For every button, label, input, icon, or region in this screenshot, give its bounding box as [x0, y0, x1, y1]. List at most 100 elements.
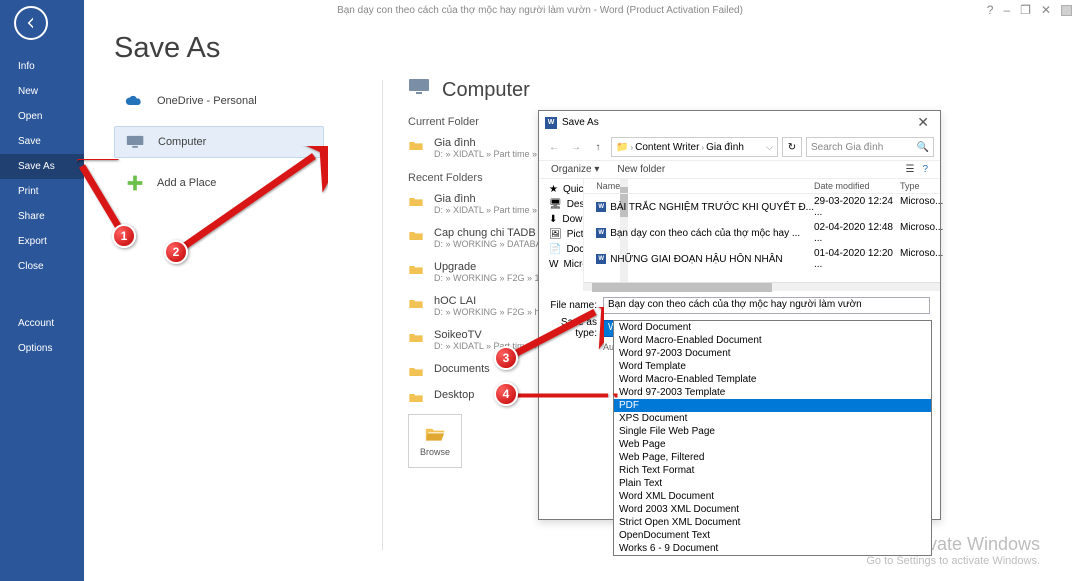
- dropdown-option[interactable]: Web Page: [614, 438, 931, 451]
- save-as-dialog: W Save As ✕ ← → ↑ 📁 › Content Writer › G…: [538, 110, 941, 520]
- tree-icon: ⬇: [549, 214, 557, 225]
- help-icon[interactable]: ?: [922, 164, 928, 175]
- nav-options[interactable]: Options: [0, 336, 84, 361]
- dialog-title: Save As: [562, 117, 599, 128]
- folder-icon: [408, 139, 424, 151]
- nav-share[interactable]: Share: [0, 204, 84, 229]
- folder-icon: [408, 365, 424, 377]
- word-icon: W: [545, 117, 557, 129]
- col-name-header[interactable]: Name: [584, 181, 814, 191]
- place-add[interactable]: Add a Place: [114, 168, 324, 198]
- folder-icon: [408, 331, 424, 343]
- search-input[interactable]: Search Gia đình 🔍: [806, 137, 934, 157]
- nav-info[interactable]: Info: [0, 54, 84, 79]
- folder-icon: [408, 263, 424, 275]
- word-icon: W: [596, 202, 606, 212]
- help-icon[interactable]: ?: [987, 3, 994, 17]
- dropdown-option[interactable]: XPS Document: [614, 412, 931, 425]
- search-placeholder: Search Gia đình: [811, 142, 883, 153]
- tree-icon: ★: [549, 184, 558, 195]
- close-icon[interactable]: ✕: [1041, 3, 1051, 17]
- window-title: Bạn dạy con theo cách của thợ mộc hay ng…: [0, 5, 1080, 16]
- folder-icon: [408, 229, 424, 241]
- word-icon: W: [596, 254, 606, 264]
- dropdown-option[interactable]: Word Macro-Enabled Template: [614, 373, 931, 386]
- dropdown-option[interactable]: PDF: [614, 399, 931, 412]
- folder-icon: 📁: [616, 142, 628, 153]
- nav-back-icon[interactable]: ←: [545, 138, 563, 156]
- back-button[interactable]: [14, 6, 48, 40]
- file-row[interactable]: WBÀI TRẮC NGHIỆM TRƯỚC KHI QUYẾT Đ...29-…: [584, 194, 940, 220]
- folder-icon: [408, 391, 424, 403]
- folder-open-icon: [424, 426, 446, 442]
- dropdown-option[interactable]: Strict Open XML Document: [614, 516, 931, 529]
- nav-print[interactable]: Print: [0, 179, 84, 204]
- tree-item[interactable]: WMicrosoft Word: [539, 257, 583, 272]
- place-computer[interactable]: Computer: [114, 126, 324, 158]
- file-row[interactable]: WNHỮNG GIAI ĐOẠN HẬU HÔN NHÂN01-04-2020 …: [584, 246, 940, 272]
- col-type-header[interactable]: Type: [900, 181, 940, 191]
- organize-button[interactable]: Organize ▾: [551, 164, 599, 175]
- tree-item[interactable]: 🖼Pictures📌: [539, 227, 583, 242]
- computer-header: Computer: [442, 79, 530, 102]
- annotation-badge-3: 3: [494, 346, 518, 370]
- restore-icon[interactable]: ❐: [1020, 3, 1031, 17]
- plus-icon: [124, 175, 146, 191]
- computer-icon: [125, 134, 147, 150]
- dropdown-option[interactable]: OpenDocument Text: [614, 529, 931, 542]
- dropdown-option[interactable]: Word XML Document: [614, 490, 931, 503]
- dropdown-option[interactable]: Word Document: [614, 321, 931, 334]
- saveastype-dropdown[interactable]: Word DocumentWord Macro-Enabled Document…: [613, 320, 932, 556]
- nav-open[interactable]: Open: [0, 104, 84, 129]
- nav-account[interactable]: Account: [0, 311, 84, 336]
- place-onedrive[interactable]: OneDrive - Personal: [114, 86, 324, 116]
- nav-save-as[interactable]: Save As: [0, 154, 84, 179]
- dialog-close-icon[interactable]: ✕: [912, 114, 934, 131]
- word-icon: W: [596, 228, 606, 238]
- annotation-badge-2: 2: [164, 240, 188, 264]
- dropdown-option[interactable]: Plain Text: [614, 477, 931, 490]
- dropdown-option[interactable]: Rich Text Format: [614, 464, 931, 477]
- user-avatar[interactable]: [1061, 5, 1072, 16]
- new-folder-button[interactable]: New folder: [617, 164, 665, 175]
- col-date-header[interactable]: Date modified: [814, 181, 900, 191]
- breadcrumb[interactable]: Content Writer: [635, 142, 699, 153]
- dropdown-option[interactable]: Word Macro-Enabled Document: [614, 334, 931, 347]
- nav-save[interactable]: Save: [0, 129, 84, 154]
- file-row[interactable]: WBạn dạy con theo cách của thợ mộc hay .…: [584, 220, 940, 246]
- dropdown-option[interactable]: Web Page, Filtered: [614, 451, 931, 464]
- tree-icon: 📄: [549, 244, 561, 255]
- annotation-badge-4: 4: [494, 382, 518, 406]
- address-bar[interactable]: 📁 › Content Writer › Gia đình ⌵: [611, 137, 778, 157]
- nav-forward-icon[interactable]: →: [567, 138, 585, 156]
- dropdown-option[interactable]: Single File Web Page: [614, 425, 931, 438]
- tree-item[interactable]: 📄Documents📌: [539, 242, 583, 257]
- place-label: OneDrive - Personal: [157, 95, 257, 107]
- dropdown-option[interactable]: Works 6 - 9 Document: [614, 542, 931, 555]
- dropdown-option[interactable]: Word 97-2003 Document: [614, 347, 931, 360]
- tree-icon: 🖥: [549, 199, 562, 210]
- dropdown-option[interactable]: Word Template: [614, 360, 931, 373]
- tree-item[interactable]: ★Quick access: [539, 182, 583, 197]
- backstage-sidebar: InfoNewOpenSaveSave AsPrintShareExportCl…: [0, 0, 84, 581]
- browse-label: Browse: [420, 447, 450, 457]
- files-scrollbar[interactable]: [584, 282, 940, 291]
- filename-input[interactable]: Bạn dạy con theo cách của thợ mộc hay ng…: [603, 297, 930, 314]
- folder-icon: [408, 297, 424, 309]
- view-icon[interactable]: ☰: [905, 164, 914, 175]
- dropdown-option[interactable]: Word 97-2003 Template: [614, 386, 931, 399]
- dropdown-option[interactable]: Word 2003 XML Document: [614, 503, 931, 516]
- tree-item[interactable]: 🖥Desktop📌: [539, 197, 583, 212]
- saveastype-label: Save as type:: [549, 317, 603, 339]
- annotation-badge-1: 1: [112, 224, 136, 248]
- refresh-icon[interactable]: ↻: [782, 137, 802, 157]
- nav-export[interactable]: Export: [0, 229, 84, 254]
- cloud-icon: [124, 93, 146, 109]
- nav-up-icon[interactable]: ↑: [589, 138, 607, 156]
- nav-close[interactable]: Close: [0, 254, 84, 279]
- tree-item[interactable]: ⬇Downloads📌: [539, 212, 583, 227]
- nav-new[interactable]: New: [0, 79, 84, 104]
- breadcrumb[interactable]: Gia đình: [706, 142, 744, 153]
- minimize-icon[interactable]: –: [1003, 3, 1010, 17]
- browse-button[interactable]: Browse: [408, 414, 462, 468]
